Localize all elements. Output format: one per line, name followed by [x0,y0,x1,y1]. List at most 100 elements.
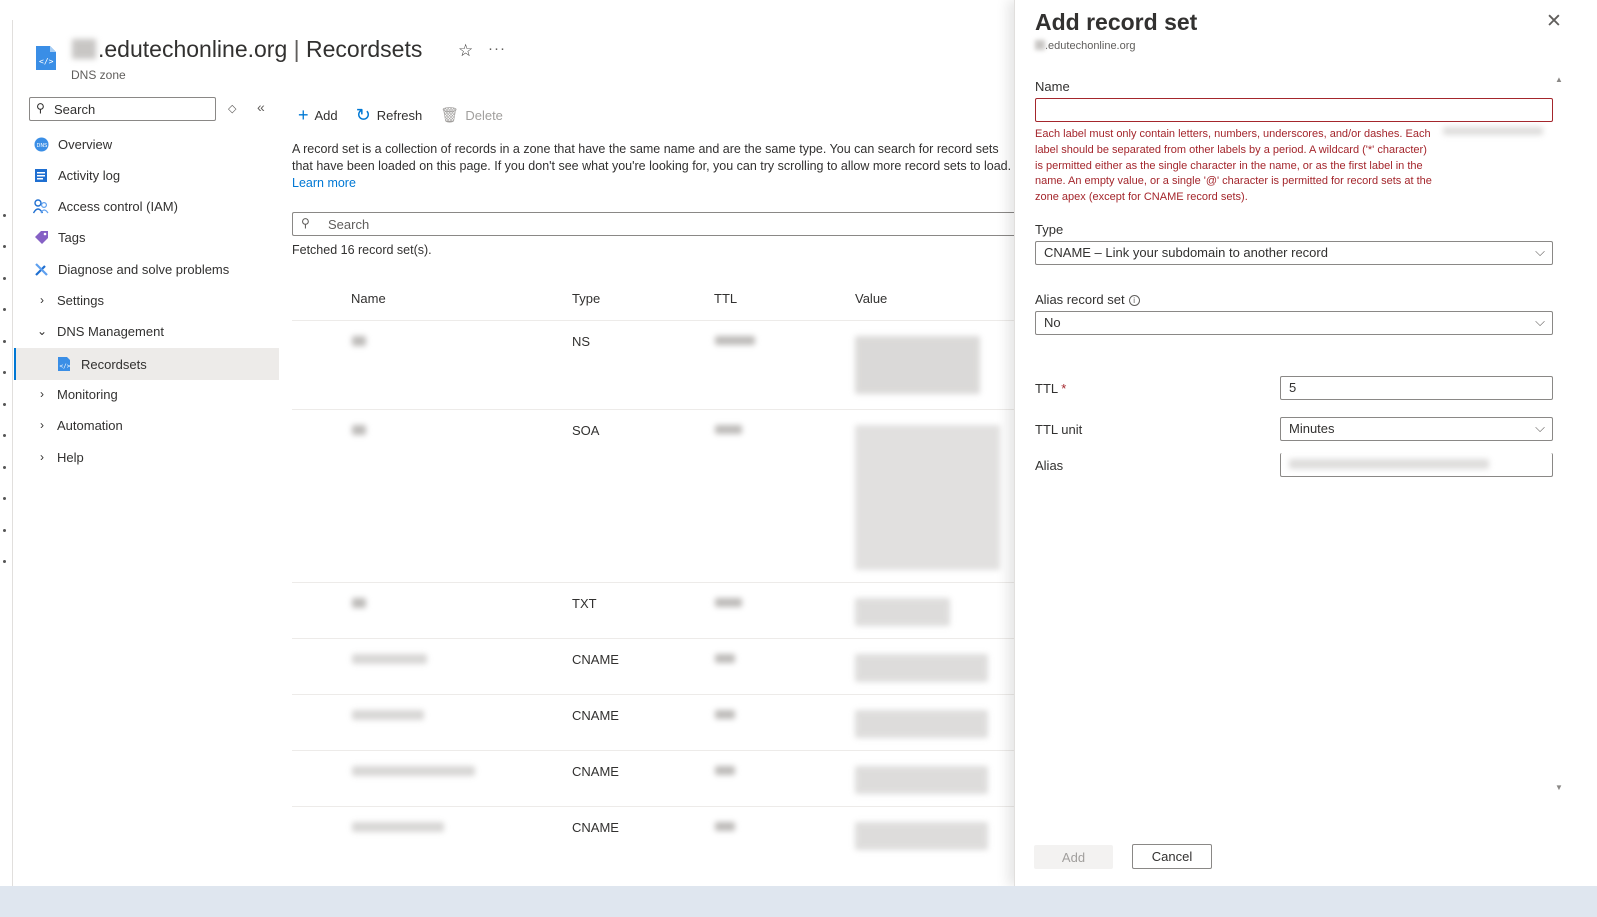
name-input[interactable] [1035,98,1553,122]
more-options-button[interactable]: ··· [488,40,506,57]
name-error-message: Each label must only contain letters, nu… [1035,128,1432,204]
svg-text:DNS: DNS [36,143,47,149]
row-divider [292,750,1014,751]
refresh-icon: ↻ [355,105,371,125]
ttl-label: TTL * [1035,381,1067,396]
sidebar-item-dns-management[interactable]: ⌄ DNS Management [14,316,279,346]
redacted-text [715,654,735,663]
svg-text:</>: </> [39,57,54,66]
redacted-text [855,710,988,738]
expand-toggle-icon[interactable]: ◇ [228,102,236,115]
redacted-text [715,822,735,831]
redacted-text [352,654,427,664]
redacted-text [1443,127,1543,135]
people-icon [33,198,49,214]
ttl-unit-select[interactable]: Minutes ⌵ [1280,417,1553,441]
wrench-icon [33,261,49,277]
chevron-down-icon: ⌵ [1535,420,1545,435]
page-subtitle: DNS zone [71,68,126,82]
command-bar: + Add ↻ Refresh 🗑 Delete [298,106,503,124]
column-header-name[interactable]: Name [351,291,386,306]
redacted-text [352,766,475,776]
plus-icon: + [298,105,309,125]
sidebar-item-recordsets[interactable]: </> Recordsets [14,348,279,380]
recordset-search-input[interactable]: ⚲ Search [292,212,1017,236]
recordsets-icon: </> [56,356,72,372]
trash-icon: 🗑 [440,106,460,124]
svg-text:</>: </> [60,363,71,370]
column-header-type[interactable]: Type [572,291,600,306]
record-type: CNAME [572,764,619,779]
record-type: SOA [572,423,600,438]
star-icon[interactable]: ☆ [458,41,473,61]
page-title: .edutechonline.org | Recordsets [72,36,422,63]
collapse-sidebar-button[interactable]: « [257,99,265,115]
row-divider [292,694,1014,695]
search-icon: ⚲ [301,216,310,230]
record-type: NS [572,334,591,349]
redacted-text [715,710,735,719]
close-icon[interactable]: ✕ [1546,10,1562,33]
row-divider [292,806,1014,807]
panel-scrollbar[interactable]: ▲ ▼ [1555,75,1563,795]
row-divider [292,582,1014,583]
row-divider [292,320,1014,321]
learn-more-link[interactable]: Learn more [292,176,356,190]
record-type: CNAME [572,708,619,723]
sidebar-item-settings[interactable]: › Settings [14,285,279,315]
dns-zone-icon: </> [34,44,58,72]
scroll-down-icon[interactable]: ▼ [1555,783,1563,792]
sidebar-item-monitoring[interactable]: › Monitoring [14,379,279,409]
refresh-button[interactable]: ↻ Refresh [356,106,423,124]
redacted-text [715,766,735,775]
dns-globe-icon: DNS [33,136,49,152]
ttl-input[interactable]: 5 [1280,376,1553,400]
description-text: A record set is a collection of records … [292,142,1012,190]
sidebar-item-access-control[interactable]: Access control (IAM) [14,191,279,221]
sidebar-item-help[interactable]: › Help [14,442,279,472]
sidebar-item-automation[interactable]: › Automation [14,410,279,440]
chevron-right-icon: › [40,418,44,432]
redacted-text [715,336,755,345]
alias-target-field[interactable] [1280,453,1553,477]
type-select[interactable]: CNAME – Link your subdomain to another r… [1035,241,1553,265]
add-button[interactable]: + Add [298,106,338,124]
panel-subtitle: .edutechonline.org [1035,40,1136,52]
redacted-text [352,710,424,720]
name-label: Name [1035,79,1070,94]
panel-cancel-button[interactable]: Cancel [1132,844,1212,869]
sidebar-item-diagnose[interactable]: Diagnose and solve problems [14,254,279,284]
chevron-right-icon: › [40,450,44,464]
redacted-text [715,598,742,607]
alias-record-set-select[interactable]: No ⌵ [1035,311,1553,335]
scroll-up-icon[interactable]: ▲ [1555,75,1563,84]
column-header-value[interactable]: Value [855,291,887,306]
redacted-text [855,425,1000,570]
redacted-text [352,822,444,832]
sidebar-search-input[interactable]: ⚲ Search [29,97,216,121]
info-icon[interactable]: i [1128,295,1140,306]
delete-button[interactable]: 🗑 Delete [440,108,503,123]
chevron-down-icon: ⌄ [36,324,48,338]
sidebar-item-overview[interactable]: DNS Overview [14,129,279,159]
redacted-text [855,598,950,626]
redacted-text [1035,40,1045,50]
redacted-text [855,822,988,850]
redacted-text [352,425,366,435]
tag-icon [33,229,49,245]
chevron-right-icon: › [40,293,44,307]
redacted-text [72,39,96,59]
panel-add-button[interactable]: Add [1034,845,1113,869]
redacted-text [855,654,988,682]
page: </> .edutechonline.org | Recordsets DNS … [0,0,1597,917]
sidebar-item-activity-log[interactable]: Activity log [14,160,279,190]
redacted-text [352,336,366,346]
panel-title: Add record set [1035,9,1198,35]
column-header-ttl[interactable]: TTL [714,291,737,306]
alias-label: Alias [1035,458,1064,473]
sidebar-item-tags[interactable]: Tags [14,222,279,252]
record-type: TXT [572,596,597,611]
redacted-text [855,336,980,394]
os-taskbar [0,886,1597,917]
fetched-count: Fetched 16 record set(s). [292,243,432,257]
